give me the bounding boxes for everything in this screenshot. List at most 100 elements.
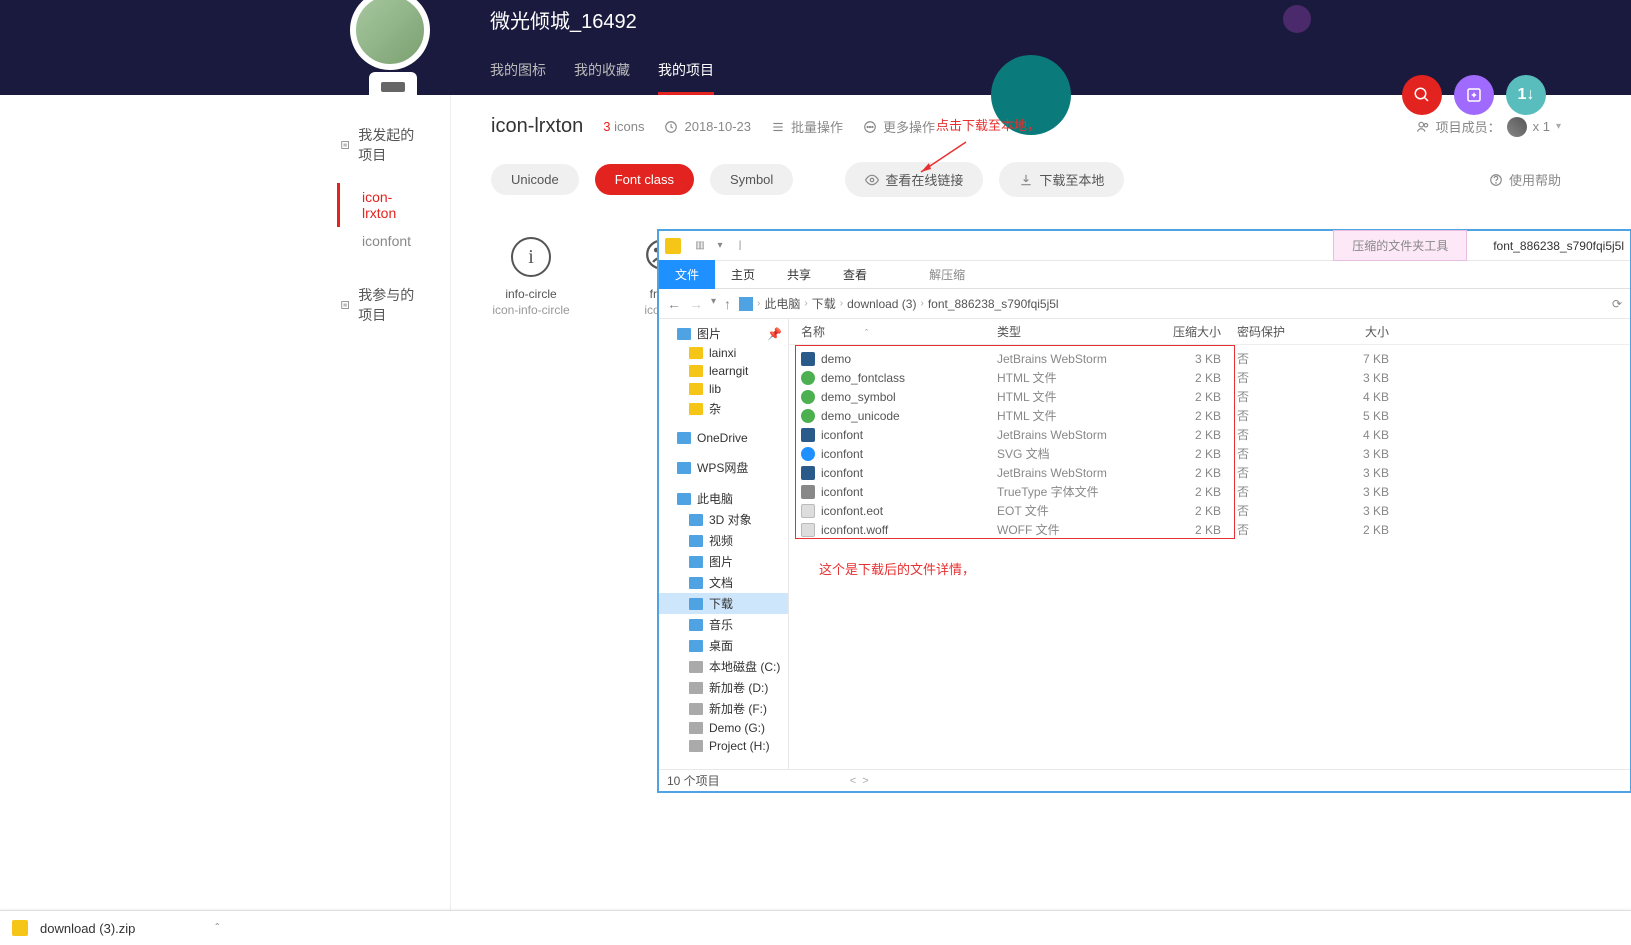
file-row[interactable]: iconfont TrueType 字体文件 2 KB 否 3 KB — [789, 482, 1630, 501]
refresh-button[interactable]: ⟳ — [1612, 297, 1622, 311]
recent-button[interactable]: ▾ — [711, 296, 716, 312]
info-circle-icon: i — [511, 237, 551, 277]
up-button[interactable]: ↑ — [724, 296, 731, 312]
explorer-window: ▥ ▾ | 压缩的文件夹工具 font_886238_s790fqi5j5l 文… — [658, 230, 1631, 792]
icon-card[interactable]: i info-circle icon-info-circle — [491, 237, 571, 317]
tree-item[interactable]: 图片📌 — [659, 323, 788, 344]
tree-item[interactable]: 本地磁盘 (C:) — [659, 656, 788, 677]
project-members[interactable]: 项目成员： x 1 ▾ — [1416, 117, 1561, 137]
tree-item[interactable]: 桌面 — [659, 635, 788, 656]
scroll-indicators[interactable]: < > — [850, 775, 869, 787]
crumb[interactable]: download (3) — [847, 297, 916, 311]
tree-item[interactable]: 下载 — [659, 593, 788, 614]
ribbon-extract[interactable]: 解压缩 — [913, 260, 981, 289]
sidebar-section-label: 我发起的项目 — [358, 125, 420, 165]
add-button[interactable] — [1454, 75, 1494, 115]
qat-icon[interactable]: ▥ — [691, 237, 709, 255]
folder-icon — [689, 347, 703, 359]
file-size: 2 KB — [1309, 523, 1397, 537]
file-row[interactable]: iconfont.eot EOT 文件 2 KB 否 3 KB — [789, 501, 1630, 520]
crumb[interactable]: 下载 — [812, 295, 836, 312]
qat-icon[interactable]: ▾ — [711, 237, 729, 255]
folder-icon — [689, 535, 703, 547]
tree-label: 图片 — [697, 325, 721, 342]
crumb[interactable]: 此电脑 — [764, 295, 800, 312]
file-pwd: 否 — [1229, 426, 1309, 443]
file-row[interactable]: demo_symbol HTML 文件 2 KB 否 4 KB — [789, 387, 1630, 406]
folder-icon — [689, 365, 703, 377]
tree-item[interactable]: learngit — [659, 362, 788, 380]
download-local-button[interactable]: 下载至本地 — [999, 162, 1124, 197]
file-row[interactable]: iconfont JetBrains WebStorm 2 KB 否 3 KB — [789, 463, 1630, 482]
folder-icon — [689, 556, 703, 568]
breadcrumb[interactable]: › 此电脑› 下载› download (3)› font_886238_s79… — [739, 295, 1059, 312]
folder-icon — [677, 462, 691, 474]
col-csize[interactable]: 压缩大小 — [1129, 323, 1229, 340]
forward-button[interactable]: → — [689, 296, 703, 312]
file-type-icon — [801, 409, 815, 423]
sidebar-item-iconfont[interactable]: iconfont — [340, 227, 420, 255]
col-name[interactable]: 名称ˆ — [789, 323, 989, 340]
mode-symbol[interactable]: Symbol — [710, 164, 793, 195]
file-type-icon — [801, 523, 815, 537]
ribbon-home[interactable]: 主页 — [715, 260, 771, 289]
ribbon-file[interactable]: 文件 — [659, 260, 715, 289]
file-row[interactable]: iconfont JetBrains WebStorm 2 KB 否 4 KB — [789, 425, 1630, 444]
tree-item[interactable]: 音乐 — [659, 614, 788, 635]
file-csize: 2 KB — [1129, 371, 1229, 385]
download-filename[interactable]: download (3).zip — [40, 921, 135, 936]
tree-item[interactable]: lainxi — [659, 344, 788, 362]
file-csize: 2 KB — [1129, 504, 1229, 518]
search-button[interactable] — [1402, 75, 1442, 115]
avatar-robot[interactable] — [350, 0, 435, 120]
tab-my-icons[interactable]: 我的图标 — [490, 60, 546, 95]
file-size: 4 KB — [1309, 428, 1397, 442]
batch-action[interactable]: 批量操作 — [771, 117, 843, 136]
contextual-tab[interactable]: 压缩的文件夹工具 — [1333, 230, 1467, 261]
file-type-icon — [801, 504, 815, 518]
toolbar: Unicode Font class Symbol 查看在线链接 下载至本地 使… — [491, 162, 1561, 197]
user-avatar-button[interactable]: 1↓ — [1506, 75, 1546, 115]
more-action[interactable]: 更多操作 — [863, 117, 935, 136]
tree-item[interactable]: Demo (G:) — [659, 719, 788, 737]
ribbon-share[interactable]: 共享 — [771, 260, 827, 289]
tree-item[interactable]: 此电脑 — [659, 488, 788, 509]
file-name: demo_fontclass — [821, 371, 905, 385]
col-size[interactable]: 大小 — [1309, 323, 1397, 340]
file-row[interactable]: demo_fontclass HTML 文件 2 KB 否 3 KB — [789, 368, 1630, 387]
col-type[interactable]: 类型 — [989, 323, 1129, 340]
mode-unicode[interactable]: Unicode — [491, 164, 579, 195]
file-row[interactable]: iconfont SVG 文档 2 KB 否 3 KB — [789, 444, 1630, 463]
file-pwd: 否 — [1229, 521, 1309, 538]
help-button[interactable]: 使用帮助 — [1489, 170, 1561, 189]
tree-item[interactable]: WPS网盘 — [659, 457, 788, 478]
crumb[interactable]: font_886238_s790fqi5j5l — [928, 297, 1059, 311]
tree-item[interactable]: 新加卷 (D:) — [659, 677, 788, 698]
sidebar-item-icon-lrxton[interactable]: icon-lrxton — [337, 183, 420, 227]
file-row[interactable]: demo JetBrains WebStorm 3 KB 否 7 KB — [789, 349, 1630, 368]
tab-my-favs[interactable]: 我的收藏 — [574, 60, 630, 95]
col-pwd[interactable]: 密码保护 — [1229, 323, 1309, 340]
explorer-titlebar[interactable]: ▥ ▾ | 压缩的文件夹工具 font_886238_s790fqi5j5l — [659, 231, 1630, 261]
tree-item[interactable]: 杂 — [659, 398, 788, 419]
tree-item[interactable]: OneDrive — [659, 429, 788, 447]
folder-icon — [689, 740, 703, 752]
tree-label: 本地磁盘 (C:) — [709, 658, 780, 675]
mode-fontclass[interactable]: Font class — [595, 164, 694, 195]
tree-item[interactable]: lib — [659, 380, 788, 398]
chevron-up-icon[interactable]: ˆ — [215, 921, 219, 935]
tab-my-projects[interactable]: 我的项目 — [658, 60, 714, 95]
tree-item[interactable]: 图片 — [659, 551, 788, 572]
tree-item[interactable]: 3D 对象 — [659, 509, 788, 530]
tree-item[interactable]: 视频 — [659, 530, 788, 551]
ribbon-view[interactable]: 查看 — [827, 260, 883, 289]
tree-item[interactable]: 文档 — [659, 572, 788, 593]
file-pwd: 否 — [1229, 502, 1309, 519]
tree-label: lainxi — [709, 346, 736, 360]
floating-buttons: 1↓ — [1402, 75, 1546, 115]
file-row[interactable]: iconfont.woff WOFF 文件 2 KB 否 2 KB — [789, 520, 1630, 539]
file-row[interactable]: demo_unicode HTML 文件 2 KB 否 5 KB — [789, 406, 1630, 425]
tree-item[interactable]: Project (H:) — [659, 737, 788, 755]
tree-item[interactable]: 新加卷 (F:) — [659, 698, 788, 719]
back-button[interactable]: ← — [667, 296, 681, 312]
